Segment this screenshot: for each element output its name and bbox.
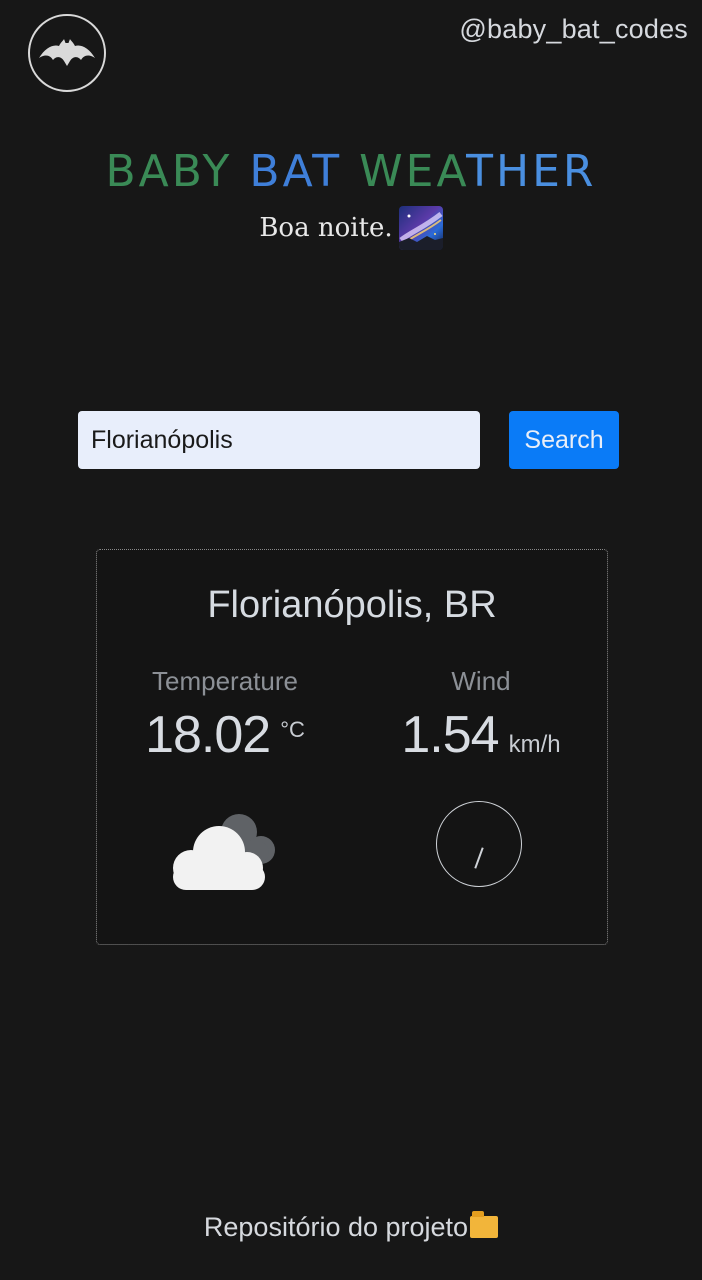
repository-link[interactable]: Repositório do projeto [203, 1211, 499, 1242]
title-part-3: WEA [359, 146, 467, 197]
wind-label: Wind [451, 666, 511, 696]
repository-link-label: Repositório do projeto [203, 1212, 469, 1242]
greeting-text: Boa noite. [259, 213, 393, 243]
bat-icon [39, 39, 95, 66]
temperature-label: Temperature [152, 666, 298, 696]
title-part-1: BABY [105, 146, 233, 197]
author-handle-link[interactable]: @baby_bat_codes [459, 14, 688, 45]
footer: Repositório do projeto [0, 1211, 702, 1243]
logo[interactable] [28, 14, 106, 92]
page: @baby_bat_codes BABY BAT WEATHER Boa noi… [0, 0, 702, 1280]
temperature-section: Temperature 18.02 °C [97, 666, 353, 765]
wind-direction-needle [474, 847, 484, 869]
wind-unit: km/h [508, 731, 561, 758]
milky-way-emoji-icon [398, 206, 443, 250]
wind-section: Wind 1.54 km/h [353, 666, 609, 765]
search-form: Search [78, 411, 619, 469]
greeting: Boa noite. [0, 206, 702, 250]
city-search-input[interactable] [78, 411, 480, 469]
folder-icon [470, 1211, 499, 1238]
weather-card: Florianópolis, BR Temperature 18.02 °C Wi… [96, 549, 608, 945]
temperature-value: 18.02 [145, 706, 271, 764]
wind-value: 1.54 [401, 706, 499, 764]
title-part-2: BAT [249, 146, 343, 197]
compass-icon [436, 801, 522, 887]
title-part-4: THER [466, 146, 597, 197]
cloudy-icon [173, 814, 275, 890]
location-name: Florianópolis, BR [207, 584, 497, 626]
search-button[interactable]: Search [509, 411, 619, 469]
app-title: BABY BAT WEATHER [0, 146, 702, 198]
temperature-unit: °C [280, 717, 305, 742]
